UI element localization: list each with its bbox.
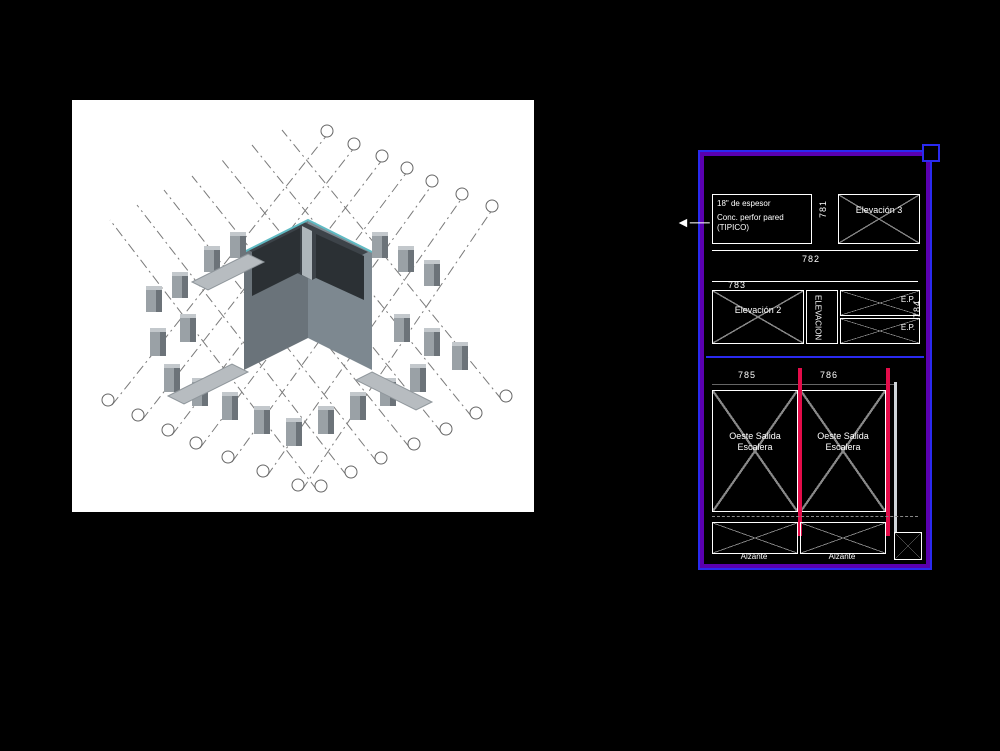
red-marker-1 (798, 368, 802, 536)
elevation2-label: Elevación 2 (713, 305, 803, 316)
alzante-2-cell (800, 522, 886, 554)
corner-key (894, 532, 922, 560)
isometric-3d-view (72, 100, 534, 512)
stair-west-1-label: Oeste Salida Escalera (713, 431, 797, 453)
stair-west-1: Oeste Salida Escalera (712, 390, 798, 512)
alzante-1-label: Alzante (712, 552, 796, 562)
grid-781: 781 (818, 200, 828, 218)
grid-786: 786 (820, 370, 838, 380)
elevation3-label: Elevación 3 (839, 205, 919, 216)
elevation2-cell: Elevación 2 (712, 290, 804, 344)
grid-785: 785 (738, 370, 756, 380)
light-marker (894, 382, 897, 532)
elevation3-cell: Elevación 3 (838, 194, 920, 244)
grid-783: 783 (728, 280, 746, 290)
isometric-svg (72, 100, 534, 512)
sheet-mid-divider (706, 356, 924, 358)
dashed-separator (712, 516, 918, 517)
ep-top-cell: E.P. (840, 290, 920, 316)
alzante-2-label: Alzante (800, 552, 884, 562)
mid-narrow-cell: ELEVACION (806, 290, 838, 344)
sheet-corner-tab (922, 144, 940, 162)
note-line1: 18" de espesor (717, 199, 807, 209)
ep-bot-label: E.P. (901, 323, 915, 333)
lower-top-rule (712, 384, 896, 385)
ep-bot-cell: E.P. (840, 318, 920, 344)
grid-782: 782 (802, 254, 820, 264)
red-marker-2 (886, 368, 890, 536)
stair-west-2: Oeste Salida Escalera (800, 390, 886, 512)
note-cell: 18" de espesor Conc. perfor pared (TIPIC… (712, 194, 812, 244)
alzante-1-cell (712, 522, 798, 554)
grid-784: 784 (912, 300, 922, 318)
pointer-arrow-icon: ◄── (676, 214, 710, 230)
drawing-sheet: ◄── 18" de espesor Conc. perfor pared (T… (698, 150, 932, 570)
mid-vertical-label: ELEVACION (813, 295, 823, 340)
note-line2: Conc. perfor pared (TIPICO) (717, 213, 807, 232)
stair-west-2-label: Oeste Salida Escalera (801, 431, 885, 453)
